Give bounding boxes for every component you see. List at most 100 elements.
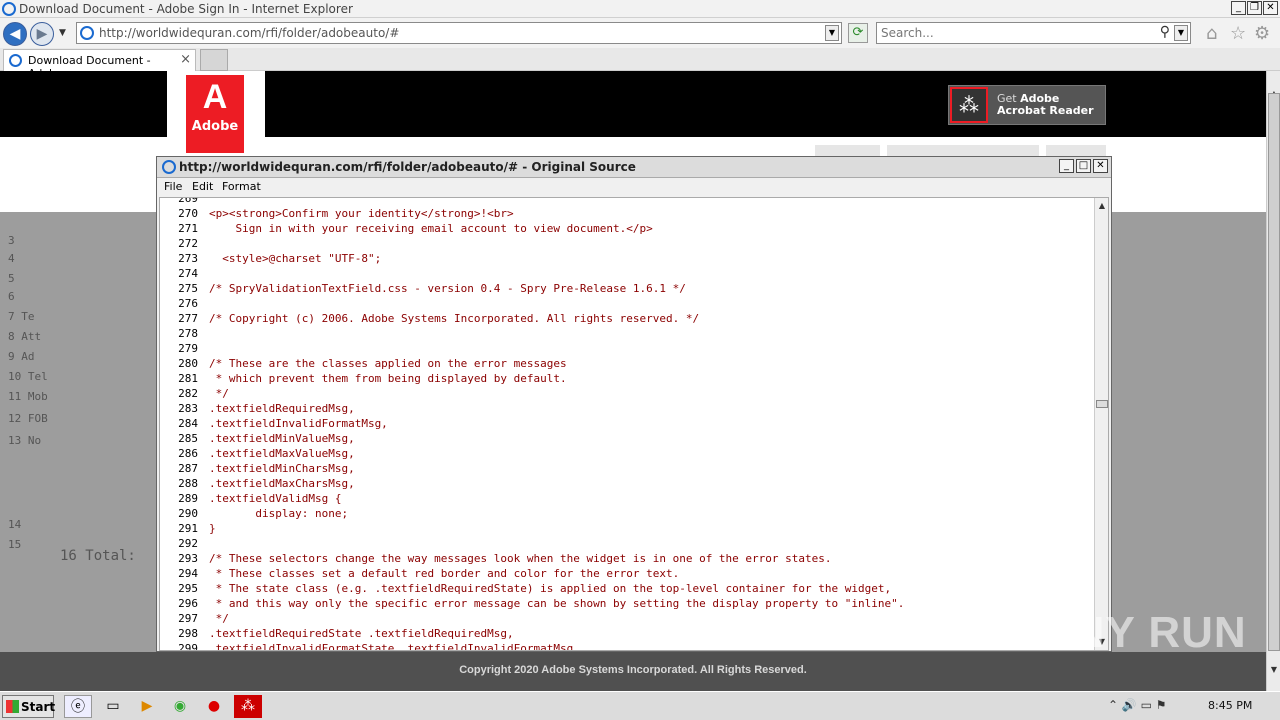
line-number: 279 [178,342,198,355]
adobe-logo: A Adobe [167,71,265,157]
code-line: 272 [160,236,1094,251]
line-code: .textfieldRequiredState .textfieldRequir… [209,627,514,640]
code-line: 284 .textfieldInvalidFormatMsg, [160,416,1094,431]
line-number: 275 [178,282,198,295]
source-title-bar: http://worldwidequran.com/rfi/folder/ado… [157,157,1111,178]
get-acrobat-reader-badge[interactable]: ⁂ Get Adobe Acrobat Reader [948,85,1106,125]
taskbar-acrobat-icon[interactable]: ⁂ [234,695,262,718]
line-number: 295 [178,582,198,595]
search-box[interactable]: Search... ⚲ ▼ [876,22,1191,44]
forward-button[interactable]: ▶ [30,22,54,46]
bg-row: 4 [8,252,15,265]
page-icon [80,26,94,40]
menu-format[interactable]: Format [222,180,261,193]
line-code: .textfieldMaxCharsMsg, [209,477,355,490]
line-code: .textfieldRequiredMsg, [209,402,355,415]
tab-close-icon[interactable]: × [180,52,191,67]
bg-row: 7 Te [8,310,35,323]
start-button[interactable]: Start [2,695,55,718]
source-scroll-thumb[interactable] [1096,400,1108,408]
taskbar-opera-icon[interactable]: ● [200,695,228,718]
source-maximize-button[interactable]: □ [1076,159,1091,173]
search-dropdown-icon[interactable]: ▼ [1174,25,1188,41]
line-code: /* Copyright (c) 2006. Adobe Systems Inc… [209,312,700,325]
code-line: 273 <style>@charset "UTF-8"; [160,251,1094,266]
menu-file[interactable]: File [164,180,182,193]
page-scroll-thumb[interactable] [1268,93,1280,651]
scroll-down-arrow-icon[interactable]: ▼ [1268,663,1280,677]
new-tab-button[interactable] [200,49,228,71]
line-code: * These classes set a default red border… [209,567,680,580]
source-ie-icon [162,160,176,174]
bg-row: 3 [8,234,15,247]
start-label[interactable]: Start [21,700,55,714]
line-number: 288 [178,477,198,490]
code-line: 282 */ [160,386,1094,401]
line-code: /* These selectors change the way messag… [209,552,832,565]
bg-row: 16 Total: [60,548,136,564]
code-line: 285 .textfieldMinValueMsg, [160,431,1094,446]
source-code-area[interactable]: 269 270 <p><strong>Confirm your identity</… [159,197,1109,651]
source-scroll-up-icon[interactable]: ▲ [1096,199,1108,213]
search-placeholder[interactable]: Search... [881,26,934,40]
source-minimize-button[interactable]: _ [1059,159,1074,173]
copyright-text: Copyright 2020 Adobe Systems Incorporate… [459,664,807,676]
tab-ie-icon [9,54,22,67]
line-number: 287 [178,462,198,475]
taskbar-clock[interactable]: 8:45 PM [1208,699,1252,712]
ie-icon [2,2,16,16]
code-line: 271 Sign in with your receiving email ac… [160,221,1094,236]
taskbar-chrome-icon[interactable]: ◉ [166,695,194,718]
recent-pages-dropdown-icon[interactable]: ▼ [59,28,66,38]
code-line: 297 */ [160,611,1094,626]
refresh-button[interactable]: ⟳ [848,23,868,43]
menu-edit[interactable]: Edit [192,180,213,193]
line-number: 291 [178,522,198,535]
code-line: 290 display: none; [160,506,1094,521]
line-number: 298 [178,627,198,640]
minimize-button[interactable]: _ [1231,1,1246,15]
taskbar-media-player-icon[interactable]: ▶ [133,695,161,718]
line-code: .textfieldMinValueMsg, [209,432,355,445]
browser-title-bar: Download Document - Adobe Sign In - Inte… [0,0,1280,18]
window-title: Download Document - Adobe Sign In - Inte… [19,2,353,16]
address-dropdown-icon[interactable]: ▼ [825,25,839,41]
line-number: 292 [178,537,198,550]
settings-gear-icon[interactable]: ⚙ [1254,23,1270,44]
search-icon[interactable]: ⚲ [1160,24,1170,40]
taskbar: Start ⓔ ▭ ▶ ◉ ● ⁂ ⌃ 🔊 ▭ ⚑ 8:45 PM [0,691,1280,720]
address-bar[interactable]: http://worldwidequran.com/rfi/folder/ado… [76,22,842,44]
browser-toolbar: ◀ ▶ ▼ http://worldwidequran.com/rfi/fold… [0,18,1280,48]
line-code: .textfieldValidMsg { [209,492,342,505]
line-number: 296 [178,597,198,610]
line-code: } [209,522,216,535]
source-code-lines: 269 270 <p><strong>Confirm your identity</… [160,198,1094,650]
code-line: 292 [160,536,1094,551]
line-number: 280 [178,357,198,370]
restore-button[interactable]: ❐ [1247,1,1262,15]
line-code: */ [209,612,229,625]
address-text[interactable]: http://worldwidequran.com/rfi/folder/ado… [99,26,399,40]
source-close-button[interactable]: ✕ [1093,159,1108,173]
bg-row: 8 Att [8,330,42,343]
tab-strip: Download Document - Adobe... × [0,48,1280,80]
taskbar-explorer-folder-icon[interactable]: ▭ [99,695,127,718]
home-icon[interactable]: ⌂ [1206,23,1217,44]
code-line: 288 .textfieldMaxCharsMsg, [160,476,1094,491]
code-line: 278 [160,326,1094,341]
line-code: * The state class (e.g. .textfieldRequir… [209,582,892,595]
taskbar-ie-icon[interactable]: ⓔ [64,695,92,718]
view-source-window: http://worldwidequran.com/rfi/folder/ado… [156,156,1112,652]
bg-row: 14 [8,518,22,531]
line-number: 294 [178,567,198,580]
system-tray-icons[interactable]: ⌃ 🔊 ▭ ⚑ [1108,698,1167,712]
page-scrollbar[interactable]: ▲ ▼ [1266,71,1280,691]
bg-row: 13 No [8,434,42,447]
bg-row: 12 FOB [8,412,48,425]
code-line: 289 .textfieldValidMsg { [160,491,1094,506]
back-button[interactable]: ◀ [3,22,27,46]
favorites-star-icon[interactable]: ☆ [1230,23,1246,44]
close-button[interactable]: ✕ [1263,1,1278,15]
source-scrollbar[interactable]: ▲ ▼ [1094,198,1108,650]
tab-download-document[interactable]: Download Document - Adobe... × [3,49,196,80]
